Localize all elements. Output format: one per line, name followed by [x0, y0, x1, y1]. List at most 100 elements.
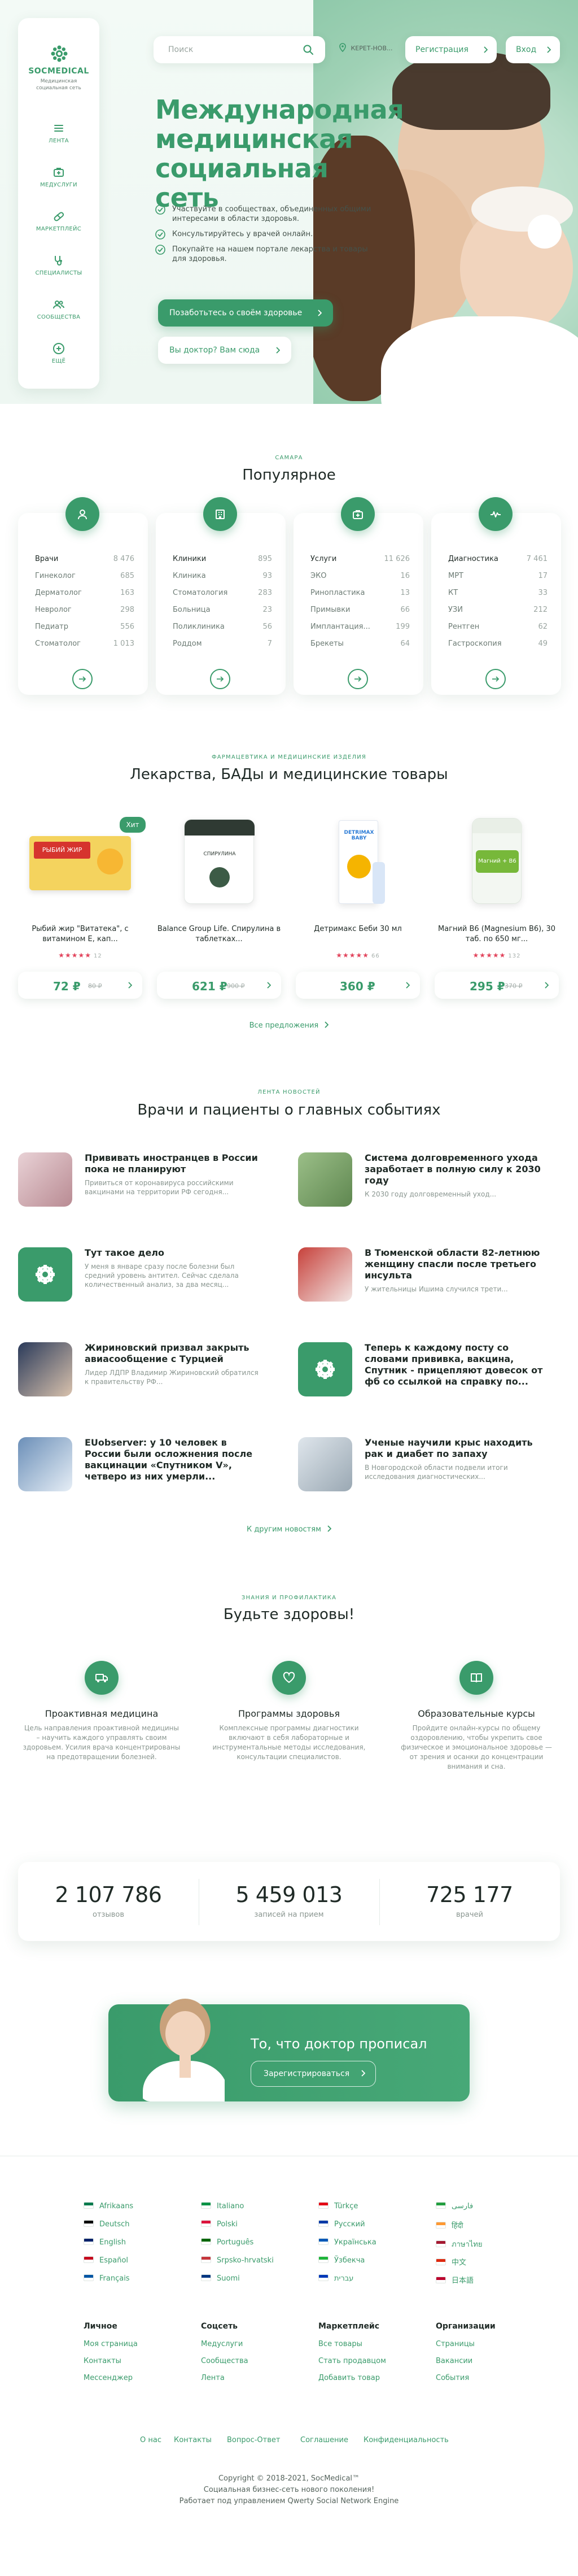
- sidebar-item-specialists[interactable]: СПЕЦИАЛИСТЫ: [18, 254, 99, 276]
- category-row[interactable]: Педиатр 556: [35, 623, 134, 631]
- footer-link[interactable]: Стать продавцом: [318, 2357, 386, 2365]
- category-row[interactable]: Врачи 8 476: [35, 555, 134, 563]
- health-card-title[interactable]: Проактивная медицина: [23, 1708, 181, 1719]
- location-selector[interactable]: КЕРЕТ-НОВ...: [339, 43, 393, 53]
- category-arrow-button[interactable]: [72, 669, 93, 689]
- language-link[interactable]: فارسی: [436, 2202, 473, 2211]
- doctor-signup-button[interactable]: Вы доктор? Вам сюда: [158, 337, 291, 364]
- news-title[interactable]: EUobserver: у 10 человек в России были о…: [85, 1437, 265, 1482]
- language-link[interactable]: Suomi: [201, 2274, 240, 2283]
- language-link[interactable]: Français: [84, 2274, 130, 2283]
- category-row[interactable]: Имплантация... 199: [310, 623, 410, 631]
- category-row[interactable]: Диагностика 7 461: [448, 555, 548, 563]
- category-row[interactable]: КТ 33: [448, 589, 548, 597]
- category-row[interactable]: Поликлиника 56: [173, 623, 272, 631]
- category-row[interactable]: Гастроскопия 49: [448, 639, 548, 648]
- language-link[interactable]: Italiano: [201, 2202, 244, 2211]
- category-row[interactable]: Дерматолог 163: [35, 589, 134, 597]
- news-title[interactable]: Тут такое дело: [85, 1247, 265, 1259]
- footer-bottom-link[interactable]: Вопрос-Ответ: [227, 2436, 280, 2444]
- health-card-title[interactable]: Программы здоровья: [210, 1708, 368, 1719]
- register-button[interactable]: Регистрация: [405, 36, 497, 63]
- news-title[interactable]: Ученые научили крыс находить рак и диабе…: [365, 1437, 545, 1460]
- news-item[interactable]: В Тюменской области 82-летнюю женщину сп…: [298, 1247, 546, 1315]
- language-link[interactable]: Polski: [201, 2220, 238, 2229]
- product-card[interactable]: DETRIMAX BABY Детримакс Беби 30 мл ★★★★★ 66…: [296, 813, 420, 1006]
- health-card-title[interactable]: Образовательные курсы: [397, 1708, 555, 1719]
- category-row[interactable]: МРТ 17: [448, 572, 548, 580]
- news-thumbnail[interactable]: [298, 1152, 352, 1207]
- language-link[interactable]: Deutsch: [84, 2220, 130, 2229]
- news-thumbnail[interactable]: [298, 1437, 352, 1491]
- news-title[interactable]: Жириновский призвал закрыть авиасообщени…: [85, 1342, 265, 1365]
- category-arrow-button[interactable]: [485, 669, 506, 689]
- footer-bottom-link[interactable]: Контакты: [174, 2436, 212, 2444]
- category-row[interactable]: Услуги 11 626: [310, 555, 410, 563]
- news-title[interactable]: Прививать иностранцев в России пока не п…: [85, 1152, 265, 1175]
- news-thumbnail[interactable]: [18, 1437, 72, 1491]
- language-link[interactable]: Afrikaans: [84, 2202, 133, 2211]
- product-name[interactable]: Детримакс Беби 30 мл: [296, 924, 420, 934]
- news-thumbnail[interactable]: [18, 1152, 72, 1207]
- footer-link[interactable]: Сообщества: [201, 2357, 248, 2365]
- product-card[interactable]: РЫБИЙ ЖИР Хит Рыбий жир "Витатека", с вита…: [18, 813, 146, 1006]
- logo-icon[interactable]: [51, 45, 68, 62]
- category-row[interactable]: Больница 23: [173, 606, 272, 614]
- category-row[interactable]: Рентген 62: [448, 623, 548, 631]
- footer-link[interactable]: Контакты: [84, 2357, 121, 2365]
- footer-link[interactable]: Вакансии: [436, 2357, 472, 2365]
- footer-link[interactable]: Все товары: [318, 2340, 362, 2348]
- product-name[interactable]: Магний B6 (Magnesium B6), 30 таб. по 650…: [435, 924, 559, 945]
- language-link[interactable]: Українська: [318, 2238, 376, 2247]
- price-button[interactable]: 72 ₽ 80 ₽: [18, 972, 142, 999]
- sidebar-item-communities[interactable]: СООБЩЕСТВА: [18, 298, 99, 320]
- category-row[interactable]: УЗИ 212: [448, 606, 548, 614]
- language-link[interactable]: हिंदी: [436, 2220, 463, 2230]
- news-item[interactable]: Ученые научили крыс находить рак и диабе…: [298, 1437, 546, 1505]
- category-row[interactable]: Стоматолог 1 013: [35, 639, 134, 648]
- category-arrow-button[interactable]: [348, 669, 368, 689]
- product-image[interactable]: СПИРУЛИНА: [163, 813, 275, 910]
- category-row[interactable]: Клиника 93: [173, 572, 272, 580]
- category-row[interactable]: Клиники 895: [173, 555, 272, 563]
- sidebar-item-medservices[interactable]: МЕДУСЛУГИ: [18, 166, 99, 188]
- language-link[interactable]: English: [84, 2238, 126, 2247]
- product-card[interactable]: Магний + B6 Магний B6 (Magnesium B6), 30 …: [435, 813, 559, 1006]
- product-image[interactable]: DETRIMAX BABY: [301, 813, 414, 910]
- register-cta-button[interactable]: Зарегистрироваться: [251, 2061, 376, 2087]
- news-item[interactable]: Прививать иностранцев в России пока не п…: [18, 1152, 266, 1220]
- price-button[interactable]: 621 ₽900 ₽: [157, 972, 281, 999]
- footer-link[interactable]: Добавить товар: [318, 2374, 380, 2382]
- all-offers-link[interactable]: Все предложения: [0, 1021, 578, 1030]
- language-link[interactable]: Srpsko-hrvatski: [201, 2256, 274, 2265]
- news-title[interactable]: Теперь к каждому посту со словами привив…: [365, 1342, 545, 1387]
- care-health-button[interactable]: Позаботьтесь о своём здоровье: [158, 299, 333, 327]
- price-button[interactable]: 360 ₽: [296, 972, 420, 999]
- footer-link[interactable]: Медуслуги: [201, 2340, 243, 2348]
- product-name[interactable]: Рыбий жир "Витатека", с витамином Е, кап…: [18, 924, 142, 945]
- news-thumbnail[interactable]: [298, 1247, 352, 1302]
- news-item[interactable]: Теперь к каждому посту со словами привив…: [298, 1342, 546, 1410]
- footer-bottom-link[interactable]: Конфиденциальность: [364, 2436, 449, 2444]
- category-row[interactable]: Ринопластика 13: [310, 589, 410, 597]
- footer-bottom-link[interactable]: Соглашение: [300, 2436, 348, 2444]
- news-item[interactable]: Система долговременного ухода заработает…: [298, 1152, 546, 1220]
- news-thumbnail[interactable]: [18, 1342, 72, 1396]
- category-row[interactable]: Невролог 298: [35, 606, 134, 614]
- product-image[interactable]: Магний + B6: [440, 813, 553, 910]
- popular-kicker[interactable]: САМАРА: [0, 455, 578, 461]
- category-row[interactable]: Стоматология 283: [173, 589, 272, 597]
- language-link[interactable]: Español: [84, 2256, 128, 2265]
- product-card[interactable]: СПИРУЛИНА Balance Group Life. Спирулина в…: [157, 813, 281, 1006]
- price-button[interactable]: 295 ₽370 ₽: [435, 972, 559, 999]
- footer-link[interactable]: События: [436, 2374, 469, 2382]
- language-link[interactable]: 日本語: [436, 2274, 474, 2285]
- sidebar-item-marketplace[interactable]: МАРКЕТПЛЕЙС: [18, 210, 99, 232]
- gear-icon[interactable]: [298, 1342, 352, 1396]
- language-link[interactable]: ภาษาไทย: [436, 2238, 482, 2250]
- news-item[interactable]: Тут такое дело У меня в январе сразу посл…: [18, 1247, 266, 1315]
- category-row[interactable]: Гинеколог 685: [35, 572, 134, 580]
- news-item[interactable]: EUobserver: у 10 человек в России были о…: [18, 1437, 266, 1505]
- sidebar-item-more[interactable]: ЕЩЁ: [18, 342, 99, 364]
- sidebar-item-feed[interactable]: ЛЕНТА: [18, 122, 99, 144]
